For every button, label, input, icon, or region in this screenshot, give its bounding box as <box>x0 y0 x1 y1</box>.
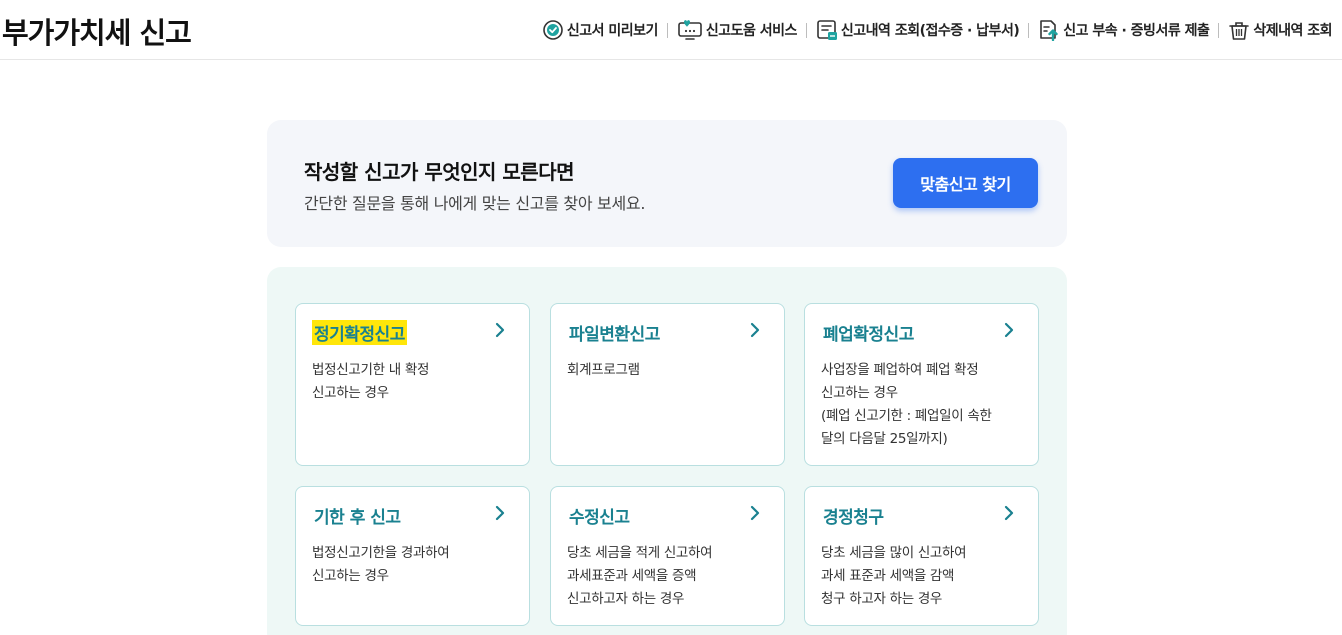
upload-document-icon <box>1038 19 1060 41</box>
card-description: 회계프로그램 <box>567 362 640 378</box>
menu-submit-documents-label: 신고 부속 · 증빙서류 제출 <box>1063 23 1210 39</box>
menu-preview-label: 신고서 미리보기 <box>566 23 659 39</box>
document-list-icon <box>816 19 838 41</box>
card-description: 법정신고기한을 경과하여 신고하는 경우 <box>312 545 450 584</box>
menu-divider <box>1028 22 1030 38</box>
menu-divider <box>1218 22 1220 38</box>
chevron-right-icon <box>1004 505 1014 521</box>
card-amended-filing[interactable]: 수정신고 당초 세금을 적게 신고하여 과세표준과 세액을 증액 신고하고자 하… <box>550 486 785 626</box>
menu-history[interactable]: 신고내역 조회(접수증 · 납부서) <box>816 19 1020 41</box>
menu-submit-documents[interactable]: 신고 부속 · 증빙서류 제출 <box>1038 19 1210 41</box>
card-title: 파일변환신고 <box>569 325 660 345</box>
check-circle-icon <box>542 19 564 41</box>
card-file-conversion[interactable]: 파일변환신고 회계프로그램 <box>550 303 785 466</box>
chevron-right-icon <box>750 505 760 521</box>
card-description: 당초 세금을 많이 신고하여 과세 표준과 세액을 감액 청구 하고자 하는 경… <box>821 545 967 607</box>
menu-preview[interactable]: 신고서 미리보기 <box>542 19 658 41</box>
menu-deleted-history[interactable]: 삭제내역 조회 <box>1228 19 1332 41</box>
custom-filing-banner: 작성할 신고가 무엇인지 모른다면 간단한 질문을 통해 나에게 맞는 신고를 … <box>267 120 1067 247</box>
menu-help-service[interactable]: 신고도움 서비스 <box>677 19 797 41</box>
chevron-right-icon <box>495 322 505 338</box>
top-bar: 부가가치세 신고 신고서 미리보기 신고도움 서비스 신고내역 조회(접수증 ·… <box>0 0 1342 60</box>
card-description: 법정신고기한 내 확정 신고하는 경우 <box>312 362 430 401</box>
page-title: 부가가치세 신고 <box>2 16 192 50</box>
card-regular-filing[interactable]: 정기확정신고 법정신고기한 내 확정 신고하는 경우 <box>295 303 530 466</box>
chevron-right-icon <box>495 505 505 521</box>
find-custom-filing-button[interactable]: 맞춤신고 찾기 <box>893 158 1038 208</box>
card-closure-filing[interactable]: 폐업확정신고 사업장을 폐업하여 폐업 확정 신고하는 경우 (폐업 신고기한 … <box>804 303 1039 466</box>
card-title: 기한 후 신고 <box>314 508 401 528</box>
card-description: 사업장을 폐업하여 폐업 확정 신고하는 경우 (폐업 신고기한 : 폐업일이 … <box>821 362 992 447</box>
card-title: 정기확정신고 <box>312 320 407 345</box>
filing-type-area: 정기확정신고 법정신고기한 내 확정 신고하는 경우 파일변환신고 회계프로그램… <box>267 267 1067 635</box>
top-menu: 신고서 미리보기 신고도움 서비스 신고내역 조회(접수증 · 납부서) 신고 … <box>542 16 1332 44</box>
chevron-right-icon <box>750 322 760 338</box>
menu-help-service-label: 신고도움 서비스 <box>705 23 798 39</box>
menu-divider <box>666 22 668 38</box>
card-title: 경정청구 <box>823 508 884 528</box>
banner-title: 작성할 신고가 무엇인지 모른다면 <box>304 160 575 184</box>
chevron-right-icon <box>1004 322 1014 338</box>
card-correction-claim[interactable]: 경정청구 당초 세금을 많이 신고하여 과세 표준과 세액을 감액 청구 하고자… <box>804 486 1039 626</box>
card-title: 폐업확정신고 <box>823 325 914 345</box>
banner-subtitle: 간단한 질문을 통해 나에게 맞는 신고를 찾아 보세요. <box>304 194 646 213</box>
card-late-filing[interactable]: 기한 후 신고 법정신고기한을 경과하여 신고하는 경우 <box>295 486 530 626</box>
trash-icon <box>1228 19 1250 41</box>
menu-deleted-history-label: 삭제내역 조회 <box>1253 23 1332 39</box>
menu-divider <box>805 22 807 38</box>
menu-history-label: 신고내역 조회(접수증 · 납부서) <box>840 23 1020 39</box>
card-title: 수정신고 <box>569 508 630 528</box>
card-description: 당초 세금을 적게 신고하여 과세표준과 세액을 증액 신고하고자 하는 경우 <box>567 545 713 607</box>
help-monitor-icon <box>677 19 703 41</box>
